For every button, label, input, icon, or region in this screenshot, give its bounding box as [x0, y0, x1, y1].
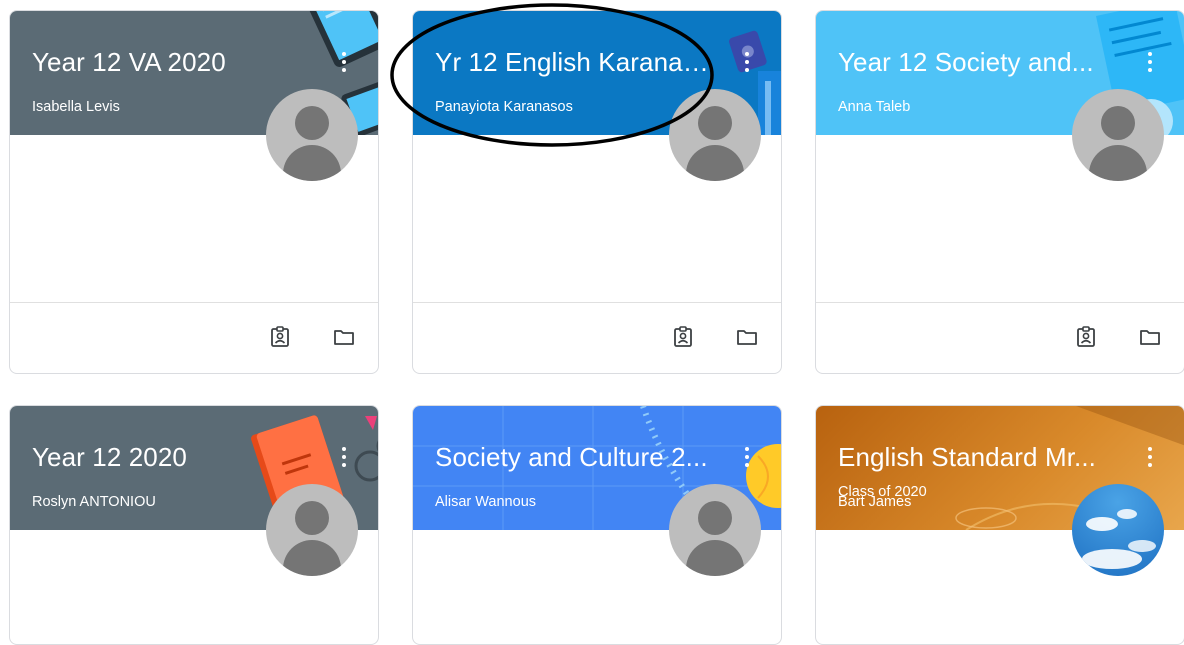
- class-title[interactable]: Year 12 VA 2020: [32, 47, 226, 78]
- class-card[interactable]: Yr 12 English Karanas... Panayiota Karan…: [412, 10, 782, 374]
- folder-icon[interactable]: [1138, 325, 1162, 349]
- assignment-ind-icon[interactable]: [671, 325, 695, 349]
- teacher-name: Anna Taleb: [838, 99, 910, 115]
- class-title[interactable]: English Standard Mr...: [838, 442, 1096, 473]
- card-footer: [413, 302, 781, 373]
- class-card[interactable]: Society and Culture 2... Alisar Wannous: [412, 405, 782, 645]
- more-vert-icon[interactable]: [332, 444, 356, 472]
- teacher-avatar: [669, 89, 761, 181]
- assignment-ind-icon[interactable]: [1074, 325, 1098, 349]
- class-title[interactable]: Year 12 2020: [32, 442, 187, 473]
- class-title[interactable]: Year 12 Society and...: [838, 47, 1094, 78]
- sky-photo: [1072, 484, 1164, 576]
- teacher-name: Bart James: [838, 494, 911, 510]
- more-vert-icon[interactable]: [1138, 444, 1162, 472]
- card-footer: [816, 302, 1184, 373]
- teacher-name: Isabella Levis: [32, 99, 120, 115]
- teacher-avatar: [266, 484, 358, 576]
- teacher-name: Alisar Wannous: [435, 494, 536, 510]
- more-vert-icon[interactable]: [735, 444, 759, 472]
- more-vert-icon[interactable]: [332, 49, 356, 77]
- class-card[interactable]: Year 12 VA 2020 Isabella Levis: [9, 10, 379, 374]
- more-vert-icon[interactable]: [1138, 49, 1162, 77]
- card-footer: [10, 302, 378, 373]
- assignment-ind-icon[interactable]: [268, 325, 292, 349]
- class-card[interactable]: Year 12 Society and... Anna Taleb: [815, 10, 1184, 374]
- teacher-avatar: [1072, 89, 1164, 181]
- teacher-name: Panayiota Karanasos: [435, 99, 573, 115]
- more-vert-icon[interactable]: [735, 49, 759, 77]
- class-title[interactable]: Yr 12 English Karanas...: [435, 47, 715, 78]
- class-card[interactable]: English Standard Mr... Class of 2020 Bar…: [815, 405, 1184, 645]
- folder-icon[interactable]: [332, 325, 356, 349]
- teacher-avatar: [669, 484, 761, 576]
- teacher-avatar: [266, 89, 358, 181]
- class-card[interactable]: Year 12 2020 Roslyn ANTONIOU: [9, 405, 379, 645]
- class-title[interactable]: Society and Culture 2...: [435, 442, 708, 473]
- teacher-avatar: [1072, 484, 1164, 576]
- folder-icon[interactable]: [735, 325, 759, 349]
- teacher-name: Roslyn ANTONIOU: [32, 494, 156, 510]
